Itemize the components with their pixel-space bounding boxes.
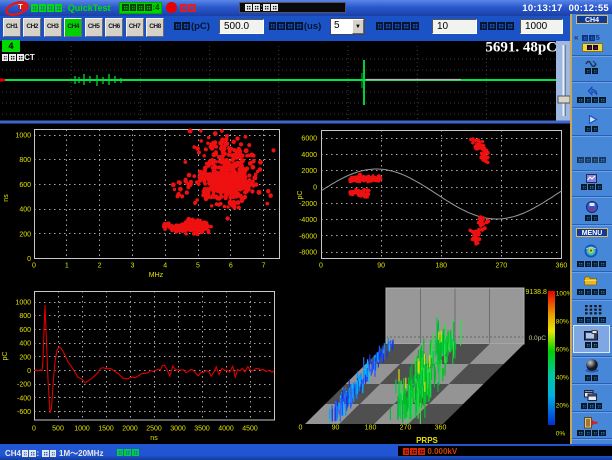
svg-text:-2000: -2000 [299, 201, 317, 208]
svg-text:180: 180 [435, 263, 447, 270]
svg-text:1000: 1000 [15, 300, 31, 307]
svg-text:200: 200 [19, 231, 31, 238]
svg-text:0: 0 [32, 263, 36, 270]
svg-text:MHz: MHz [149, 272, 164, 279]
svg-text:0: 0 [299, 425, 303, 432]
svg-text:2500: 2500 [146, 426, 162, 433]
svg-text:0: 0 [32, 426, 36, 433]
svg-text:pC: pC [2, 352, 9, 361]
svg-text:4500: 4500 [242, 426, 258, 433]
svg-text:6: 6 [229, 263, 233, 270]
svg-text:360: 360 [556, 263, 568, 270]
svg-text:-4000: -4000 [299, 217, 317, 224]
svg-text:0.0pC: 0.0pC [529, 335, 547, 342]
svg-text:600: 600 [19, 327, 31, 334]
svg-text:800: 800 [19, 313, 31, 320]
svg-text:500: 500 [52, 426, 64, 433]
svg-text:0: 0 [27, 368, 31, 375]
svg-text:7: 7 [262, 263, 266, 270]
svg-text:600: 600 [19, 182, 31, 189]
svg-text:4: 4 [163, 263, 167, 270]
svg-text:4000: 4000 [301, 152, 317, 159]
svg-text:-600: -600 [17, 409, 31, 416]
svg-text:180: 180 [365, 425, 377, 432]
svg-text:800: 800 [19, 157, 31, 164]
svg-text:270: 270 [495, 263, 507, 270]
svg-text:270: 270 [400, 425, 412, 432]
svg-text:360: 360 [435, 425, 447, 432]
svg-text:-8000: -8000 [299, 250, 317, 257]
svg-text:0: 0 [319, 263, 323, 270]
svg-text:5: 5 [196, 263, 200, 270]
svg-text:9138.8: 9138.8 [526, 289, 548, 296]
svg-text:1500: 1500 [98, 426, 114, 433]
svg-text:ns: ns [150, 435, 158, 442]
svg-text:ns: ns [3, 194, 10, 202]
svg-text:-400: -400 [17, 395, 31, 402]
svg-text:400: 400 [19, 207, 31, 214]
svg-text:3000: 3000 [170, 426, 186, 433]
svg-text:40%: 40% [556, 374, 569, 381]
svg-text:400: 400 [19, 341, 31, 348]
svg-text:1000: 1000 [15, 133, 31, 140]
svg-text:PRPS: PRPS [416, 436, 438, 444]
svg-text:-6000: -6000 [299, 233, 317, 240]
svg-text:90: 90 [377, 263, 385, 270]
svg-text:6000: 6000 [301, 136, 317, 143]
svg-text:1000: 1000 [74, 426, 90, 433]
svg-text:pC: pC [297, 191, 304, 200]
svg-text:-200: -200 [17, 382, 31, 389]
svg-text:0: 0 [313, 185, 317, 192]
svg-text:20%: 20% [556, 402, 569, 409]
svg-text:3500: 3500 [194, 426, 210, 433]
svg-text:2000: 2000 [301, 168, 317, 175]
svg-text:2000: 2000 [122, 426, 138, 433]
svg-text:4000: 4000 [218, 426, 234, 433]
svg-text:90: 90 [332, 425, 340, 432]
svg-text:3: 3 [130, 263, 134, 270]
svg-text:0: 0 [27, 256, 31, 263]
svg-text:2: 2 [98, 263, 102, 270]
svg-text:0%: 0% [556, 430, 566, 437]
svg-text:60%: 60% [556, 346, 569, 353]
svg-text:5691. 48pC: 5691. 48pC [485, 41, 557, 56]
svg-text:1: 1 [65, 263, 69, 270]
svg-text:200: 200 [19, 354, 31, 361]
svg-text:80%: 80% [556, 318, 569, 325]
